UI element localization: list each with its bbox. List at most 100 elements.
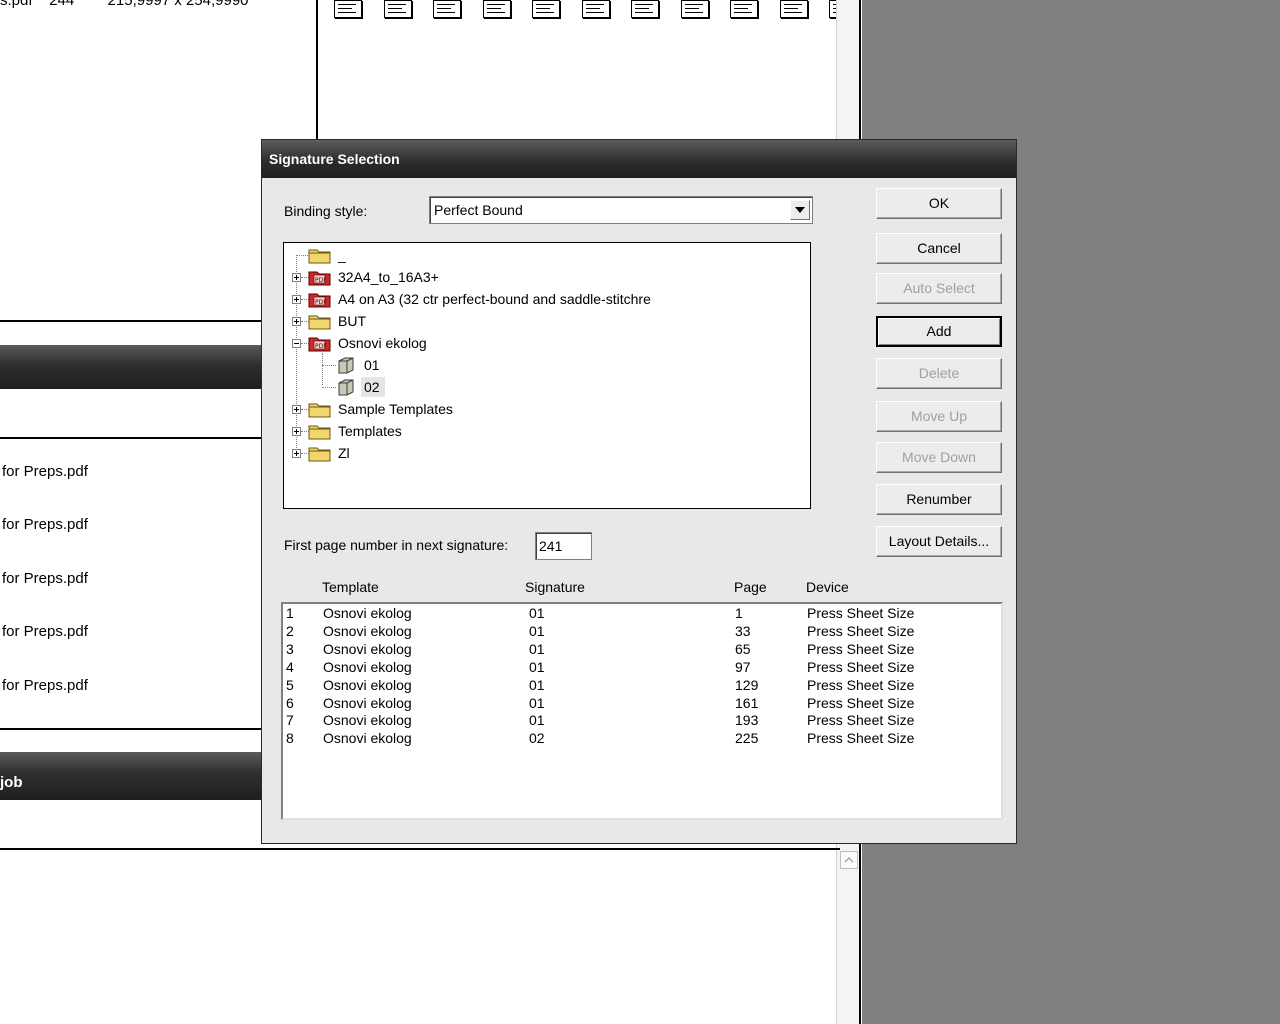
binding-style-select[interactable]: Perfect Bound <box>429 196 813 224</box>
cell-num: 6 <box>286 694 294 711</box>
page-thumbnail-icon[interactable] <box>530 0 560 18</box>
page-thumbnail-icon[interactable] <box>778 0 808 18</box>
cell-signature: 01 <box>529 712 545 729</box>
cell-num: 7 <box>286 712 294 729</box>
template-tree[interactable]: _ PDF 32A4_to_16A3+ PDF A4 on A3 (32 ctr… <box>283 242 811 509</box>
job-panel-title: job <box>0 774 23 791</box>
panel-divider <box>0 437 262 439</box>
expand-plus-icon[interactable] <box>292 405 301 414</box>
list-item[interactable]: for Preps.pdf <box>2 623 88 640</box>
cell-template: Osnovi ekolog <box>323 640 412 657</box>
tree-node-label: A4 on A3 (32 ctr perfect-bound and saddl… <box>338 291 651 307</box>
panel-divider <box>316 0 318 140</box>
cell-device: Press Sheet Size <box>807 640 915 657</box>
folder-icon <box>308 246 332 267</box>
cell-signature: 01 <box>529 640 545 657</box>
cell-page: 129 <box>735 676 759 693</box>
table-row[interactable]: 1 Osnovi ekolog 01 1 Press Sheet Size <box>283 605 1001 623</box>
pdf-folder-icon: PDF <box>308 334 332 355</box>
svg-text:PDF: PDF <box>315 277 327 284</box>
tree-node-label: BUT <box>338 313 366 329</box>
svg-text:PDF: PDF <box>315 343 327 350</box>
cancel-button[interactable]: Cancel <box>876 233 1002 264</box>
list-item[interactable]: for Preps.pdf <box>2 516 88 533</box>
signature-icon <box>336 356 356 377</box>
cell-num: 2 <box>286 622 294 639</box>
table-row[interactable]: 8 Osnovi ekolog 02 225 Press Sheet Size <box>283 730 1001 748</box>
column-header-page[interactable]: Page <box>734 579 767 595</box>
page-thumbnail-icon[interactable] <box>679 0 709 18</box>
expand-plus-icon[interactable] <box>292 273 301 282</box>
move-down-button[interactable]: Move Down <box>876 442 1002 473</box>
page-thumbnail-icon[interactable] <box>827 0 836 18</box>
expand-plus-icon[interactable] <box>292 317 301 326</box>
job-panel-header: job <box>0 752 262 800</box>
table-row[interactable]: 3 Osnovi ekolog 01 65 Press Sheet Size <box>283 641 1001 659</box>
first-page-label: First page number in next signature: <box>284 537 509 553</box>
page-thumbnail-icon[interactable] <box>332 0 362 18</box>
binding-style-label: Binding style: <box>284 203 368 219</box>
column-header-template[interactable]: Template <box>322 579 379 595</box>
table-row[interactable]: 4 Osnovi ekolog 01 97 Press Sheet Size <box>283 659 1001 677</box>
delete-button[interactable]: Delete <box>876 358 1002 389</box>
list-item[interactable]: for Preps.pdf <box>2 463 88 480</box>
expand-plus-icon[interactable] <box>292 449 301 458</box>
folder-icon <box>308 444 332 465</box>
ok-button[interactable]: OK <box>876 188 1002 219</box>
cell-device: Press Sheet Size <box>807 712 915 729</box>
expand-plus-icon[interactable] <box>292 427 301 436</box>
dialog-title-bar[interactable]: Signature Selection <box>262 140 1016 178</box>
tree-node-label: Zl <box>338 445 350 461</box>
column-header-signature[interactable]: Signature <box>525 579 585 595</box>
auto-select-button[interactable]: Auto Select <box>876 273 1002 304</box>
renumber-button[interactable]: Renumber <box>876 484 1002 515</box>
first-page-number-input[interactable]: 241 <box>535 532 592 560</box>
page-thumbnail-icon[interactable] <box>431 0 461 18</box>
column-header-device[interactable]: Device <box>806 579 849 595</box>
tree-node-label: Osnovi ekolog <box>338 335 427 351</box>
pdf-folder-icon: PDF <box>308 268 332 289</box>
folder-icon <box>308 422 332 443</box>
table-row[interactable]: 6 Osnovi ekolog 01 161 Press Sheet Size <box>283 695 1001 713</box>
binding-style-value: Perfect Bound <box>434 202 523 218</box>
signature-icon <box>336 378 356 399</box>
cell-device: Press Sheet Size <box>807 730 915 747</box>
cell-template: Osnovi ekolog <box>323 694 412 711</box>
table-row[interactable]: 7 Osnovi ekolog 01 193 Press Sheet Size <box>283 712 1001 730</box>
page-thumbnail-icon[interactable] <box>580 0 610 18</box>
signature-list[interactable]: 1 Osnovi ekolog 01 1 Press Sheet Size 2 Osnovi… <box>281 602 1003 820</box>
folder-icon <box>308 400 332 421</box>
tree-node-label: 02 <box>364 379 380 395</box>
cell-page: 1 <box>735 605 743 621</box>
page-thumbnail-icon[interactable] <box>481 0 511 18</box>
cell-signature: 01 <box>529 694 545 711</box>
expand-plus-icon[interactable] <box>292 295 301 304</box>
svg-text:PDF: PDF <box>315 299 327 306</box>
scroll-up-arrow-icon[interactable] <box>840 851 858 869</box>
table-row[interactable]: 5 Osnovi ekolog 01 129 Press Sheet Size <box>283 677 1001 695</box>
page-thumbnail-icon[interactable] <box>382 0 412 18</box>
page-thumbnail-icon[interactable] <box>728 0 758 18</box>
layout-details-button[interactable]: Layout Details... <box>876 526 1002 557</box>
cell-signature: 01 <box>529 622 545 639</box>
tree-node-label: 32A4_to_16A3+ <box>338 269 439 285</box>
list-item[interactable]: for Preps.pdf <box>2 677 88 694</box>
add-button[interactable]: Add <box>876 316 1002 347</box>
cell-num: 1 <box>286 605 294 621</box>
cell-page: 97 <box>735 658 751 675</box>
cell-page: 161 <box>735 694 759 711</box>
top-file-row: s.pdf 244 215,9997 x 254,9990 <box>0 0 249 9</box>
cell-device: Press Sheet Size <box>807 694 915 711</box>
page-thumbnail-icon[interactable] <box>629 0 659 18</box>
collapse-minus-icon[interactable] <box>292 339 301 348</box>
move-up-button[interactable]: Move Up <box>876 401 1002 432</box>
cell-device: Press Sheet Size <box>807 605 915 621</box>
cell-template: Osnovi ekolog <box>323 622 412 639</box>
cell-page: 33 <box>735 622 751 639</box>
list-item[interactable]: for Preps.pdf <box>2 570 88 587</box>
cell-device: Press Sheet Size <box>807 622 915 639</box>
cell-num: 4 <box>286 658 294 675</box>
table-row[interactable]: 2 Osnovi ekolog 01 33 Press Sheet Size <box>283 623 1001 641</box>
dropdown-arrow-icon[interactable] <box>790 200 810 220</box>
cell-page: 193 <box>735 712 759 729</box>
